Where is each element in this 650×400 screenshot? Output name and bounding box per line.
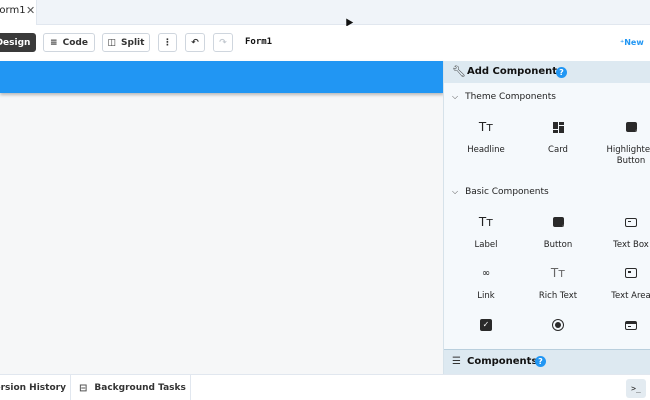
tab-strip: Form1 ✕ [0,0,650,27]
radio-button-icon [526,317,590,333]
version-history-label: Version History [0,383,66,393]
toolbar: Design ≡ Code ◫ Split ⋮ ↶ ↷ Form1 ⁺New [0,26,650,61]
component-drop-down[interactable] [599,317,650,333]
new-button[interactable]: ⁺New [620,38,644,47]
help-icon[interactable]: ? [535,356,546,367]
code-view-icon: ≡ [50,37,58,48]
component-radio-button[interactable] [526,317,590,333]
text-area-icon [599,265,650,281]
component-headline[interactable]: Tт Headline [454,119,518,156]
component-label: Button [543,240,573,250]
headline-icon: Tт [478,120,494,134]
component-label: Link [477,291,495,301]
component-label: Rich Text [538,291,578,301]
button-icon: ☝ [526,214,590,230]
theme-components-section[interactable]: ⌵ Theme Components [452,92,556,102]
wrench-icon: 🔧︎ [452,65,466,78]
rich-text-icon: Tт [550,266,566,280]
component-text-box[interactable]: Text Box [599,214,650,251]
split-label: Split [121,37,145,48]
background-tasks-label: Background Tasks [94,383,186,393]
form-title: Form1 [245,37,273,47]
component-button[interactable]: ☝ Button [526,214,590,251]
section-title: Theme Components [465,92,556,102]
component-label: Headline [467,145,505,155]
tab-label: Form1 [0,5,26,16]
label-icon: Tт [478,215,494,229]
highlighted-button-icon: ☝ [599,119,650,135]
design-canvas[interactable] [0,61,444,374]
code-button[interactable]: ≡ Code [43,33,95,52]
design-label: Design [0,37,31,48]
drop-down-icon [599,317,650,333]
background-tasks-button[interactable]: ⊟ Background Tasks [71,375,191,400]
terminal-button[interactable]: >_ [626,379,646,398]
basic-components-section[interactable]: ⌵ Basic Components [452,187,549,197]
new-label: New [624,38,644,47]
component-label: Card [548,145,568,155]
help-icon[interactable]: ? [556,67,567,78]
close-icon[interactable]: ✕ [26,4,35,17]
component-link[interactable]: ∞ Link [454,265,518,302]
canvas-header-bar[interactable] [0,61,444,93]
card-icon [526,119,590,135]
checkbox-icon: ✓ [454,317,518,333]
component-label: Text Area [611,291,650,301]
section-title: Basic Components [465,187,549,197]
component-text-area[interactable]: Text Area [599,265,650,302]
status-bar: Version History ⊟ Background Tasks >_ [0,374,650,400]
redo-icon: ↷ [219,37,227,48]
component-label: Label [474,240,498,250]
add-components-header[interactable]: 🔧︎ Add Components ? [444,61,650,83]
split-button[interactable]: ◫ Split [102,33,150,52]
component-label: Text Box [613,240,649,250]
chevron-down-icon: ⌵ [452,187,459,196]
split-view-icon: ◫ [107,37,117,48]
component-card[interactable]: Card [526,119,590,156]
component-label: Highlighted Button [606,145,650,166]
more-vertical-icon: ⋮ [163,37,172,48]
add-components-panel: 🔧︎ Add Components ? ⌵ Theme Components T… [443,61,650,374]
undo-button[interactable]: ↶ [185,33,205,52]
component-highlighted-button[interactable]: ☝ Highlighted Button [599,119,650,167]
terminal-icon: >_ [631,384,641,393]
tasks-icon: ⊟ [79,382,88,394]
tree-list-icon: ☰ [452,356,461,367]
chevron-down-icon: ⌵ [452,92,459,101]
component-label-item[interactable]: Tт Label [454,214,518,251]
components-title: Components [467,356,538,367]
version-history-button[interactable]: Version History [0,375,71,400]
undo-icon: ↶ [191,37,199,48]
component-rich-text[interactable]: Tт Rich Text [526,265,590,302]
redo-button[interactable]: ↷ [213,33,233,52]
tab-form1[interactable]: Form1 ✕ [0,0,37,25]
link-icon: ∞ [481,267,491,279]
text-box-icon [599,214,650,230]
code-label: Code [62,37,88,48]
design-button[interactable]: Design [0,33,36,52]
component-checkbox[interactable]: ✓ [454,317,518,333]
more-options-button[interactable]: ⋮ [158,33,177,52]
components-footer-header[interactable]: ☰ Components ? [444,349,650,374]
panel-title: Add Components [467,66,563,77]
